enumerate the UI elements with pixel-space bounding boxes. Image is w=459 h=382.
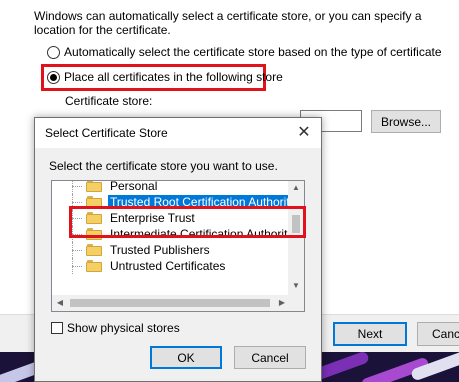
- certificate-store-tree[interactable]: Personal Trusted Root Certification Auth…: [51, 180, 305, 312]
- ok-button[interactable]: OK: [150, 346, 222, 369]
- manual-store-radio[interactable]: [47, 70, 60, 84]
- browse-button[interactable]: Browse...: [371, 110, 441, 133]
- folder-icon: [86, 260, 102, 272]
- auto-store-option[interactable]: Automatically select the certificate sto…: [47, 45, 442, 59]
- tree-item-label: Trusted Publishers: [110, 243, 210, 257]
- dialog-title: Select Certificate Store: [45, 126, 168, 140]
- certificate-store-label: Certificate store:: [65, 94, 153, 108]
- scroll-down-icon[interactable]: ▼: [288, 281, 304, 290]
- tree-item-label: Untrusted Certificates: [110, 259, 226, 273]
- scroll-left-icon[interactable]: ◀: [52, 298, 68, 307]
- tree-horizontal-scrollbar[interactable]: ◀ ▶: [52, 295, 304, 311]
- tree-item-trusted-publishers[interactable]: Trusted Publishers: [52, 242, 290, 258]
- tree-item-untrusted[interactable]: Untrusted Certificates: [52, 258, 290, 274]
- show-physical-label: Show physical stores: [67, 321, 180, 335]
- wizard-cancel-button[interactable]: Canc: [417, 322, 459, 346]
- dialog-titlebar: Select Certificate Store ✕: [35, 118, 321, 148]
- auto-store-label: Automatically select the certificate sto…: [64, 45, 442, 59]
- show-physical-stores[interactable]: Show physical stores: [51, 321, 180, 335]
- manual-store-option[interactable]: Place all certificates in the following …: [47, 70, 283, 84]
- tree-item-label: Personal: [110, 181, 158, 193]
- highlight-trusted-root: [69, 206, 306, 238]
- next-button[interactable]: Next: [333, 322, 407, 346]
- store-description: Windows can automatically select a certi…: [34, 9, 422, 37]
- auto-store-radio[interactable]: [47, 45, 60, 59]
- manual-store-label: Place all certificates in the following …: [64, 70, 283, 84]
- tree-vertical-scrollbar[interactable]: ▲ ▼: [288, 181, 304, 295]
- scroll-thumb[interactable]: [70, 299, 270, 307]
- scroll-up-icon[interactable]: ▲: [288, 183, 304, 192]
- close-icon[interactable]: ✕: [295, 124, 313, 142]
- folder-icon: [86, 181, 102, 192]
- dialog-cancel-button[interactable]: Cancel: [234, 346, 306, 369]
- scroll-right-icon[interactable]: ▶: [274, 298, 290, 307]
- folder-icon: [86, 244, 102, 256]
- select-certificate-store-dialog: Select Certificate Store ✕ Select the ce…: [34, 117, 322, 382]
- dialog-prompt: Select the certificate store you want to…: [49, 159, 278, 173]
- show-physical-checkbox[interactable]: [51, 322, 63, 334]
- tree-item-personal[interactable]: Personal: [52, 181, 290, 194]
